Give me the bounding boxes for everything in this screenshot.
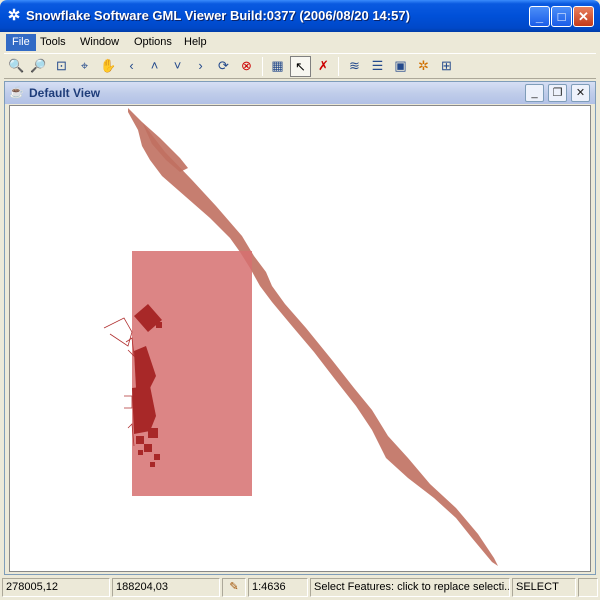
zoom-in-icon[interactable]: 🔍 xyxy=(6,56,27,77)
map-svg[interactable] xyxy=(10,106,591,572)
grid-icon[interactable]: ▦ xyxy=(267,56,288,77)
pan-up-icon[interactable]: ˄ xyxy=(144,56,165,77)
menu-window[interactable]: Window xyxy=(74,34,125,51)
view-title: Default View xyxy=(29,86,101,100)
select-arrow-icon[interactable]: ↖ xyxy=(290,56,311,77)
window-titlebar[interactable]: ✲ Snowflake Software GML Viewer Build:03… xyxy=(0,0,600,32)
status-message: Select Features: click to replace select… xyxy=(310,578,510,597)
status-scale: 1:4636 xyxy=(248,578,308,597)
minimize-button[interactable]: _ xyxy=(529,6,550,27)
add-view-icon[interactable]: ⊞ xyxy=(436,56,457,77)
building xyxy=(138,450,143,455)
toolbar-separator xyxy=(338,57,339,76)
window-title: Snowflake Software GML Viewer Build:0377… xyxy=(26,8,410,23)
layers-icon[interactable]: ≋ xyxy=(344,56,365,77)
default-view-window: ☕ Default View _ ❐ ✕ xyxy=(4,81,596,575)
feature-icon[interactable]: ▣ xyxy=(390,56,411,77)
zoom-extent-icon[interactable]: ⌖ xyxy=(74,56,95,77)
building xyxy=(144,444,152,452)
view-close-button[interactable]: ✕ xyxy=(571,84,590,102)
close-icon: ✕ xyxy=(578,9,589,24)
zoom-out-icon[interactable]: 🔎 xyxy=(28,56,49,77)
view-restore-button[interactable]: ❐ xyxy=(548,84,567,102)
stop-icon[interactable]: ⊗ xyxy=(236,56,257,77)
menu-tools[interactable]: Tools xyxy=(34,34,72,51)
snowflake-icon[interactable]: ✲ xyxy=(6,8,22,24)
pan-right-icon[interactable]: › xyxy=(190,56,211,77)
menu-file[interactable]: File xyxy=(6,34,36,51)
building xyxy=(154,454,160,460)
building xyxy=(148,428,158,438)
minimize-icon: _ xyxy=(535,9,544,24)
parcel-outlines[interactable] xyxy=(103,317,135,447)
map-canvas[interactable] xyxy=(9,105,591,572)
pan-hand-icon[interactable]: ✋ xyxy=(98,56,119,77)
view-titlebar[interactable]: ☕ Default View _ ❐ ✕ xyxy=(5,82,595,104)
building xyxy=(156,322,162,328)
menu-help[interactable]: Help xyxy=(178,34,213,51)
building xyxy=(150,462,155,467)
pencil-icon[interactable]: ✎ xyxy=(222,578,246,597)
minimize-icon: _ xyxy=(531,87,538,99)
maximize-icon: □ xyxy=(557,9,566,24)
menu-options[interactable]: Options xyxy=(128,34,178,51)
status-bar: 278005,12 188204,03 ✎ 1:4636 Select Feat… xyxy=(0,576,600,600)
zoom-box-icon[interactable]: ⊡ xyxy=(51,56,72,77)
status-resize-grip[interactable] xyxy=(578,578,598,597)
refresh-icon[interactable]: ⟳ xyxy=(213,56,234,77)
deselect-icon[interactable]: ✗ xyxy=(313,56,334,77)
properties-list-icon[interactable]: ☰ xyxy=(367,56,388,77)
view-minimize-button[interactable]: _ xyxy=(525,84,544,102)
status-y-coordinate: 188204,03 xyxy=(112,578,220,597)
pan-down-icon[interactable]: ˅ xyxy=(167,56,188,77)
restore-icon: ❐ xyxy=(552,87,563,99)
status-x-coordinate: 278005,12 xyxy=(2,578,110,597)
building xyxy=(136,436,144,444)
settings-icon[interactable]: ✲ xyxy=(413,56,434,77)
close-icon: ✕ xyxy=(575,87,586,99)
toolbar-separator xyxy=(262,57,263,76)
pan-left-icon[interactable]: ‹ xyxy=(121,56,142,77)
java-cup-icon: ☕ xyxy=(9,85,24,99)
toolbar: 🔍 🔎 ⊡ ⌖ ✋ ‹ ˄ ˅ › ⟳ ⊗ ▦ ↖ ✗ ≋ ☰ ▣ ✲ ⊞ xyxy=(4,53,596,79)
maximize-button[interactable]: □ xyxy=(551,6,572,27)
menu-bar: File Tools Window Options Help xyxy=(4,32,596,52)
close-button[interactable]: ✕ xyxy=(573,6,594,27)
status-mode: SELECT xyxy=(512,578,576,597)
